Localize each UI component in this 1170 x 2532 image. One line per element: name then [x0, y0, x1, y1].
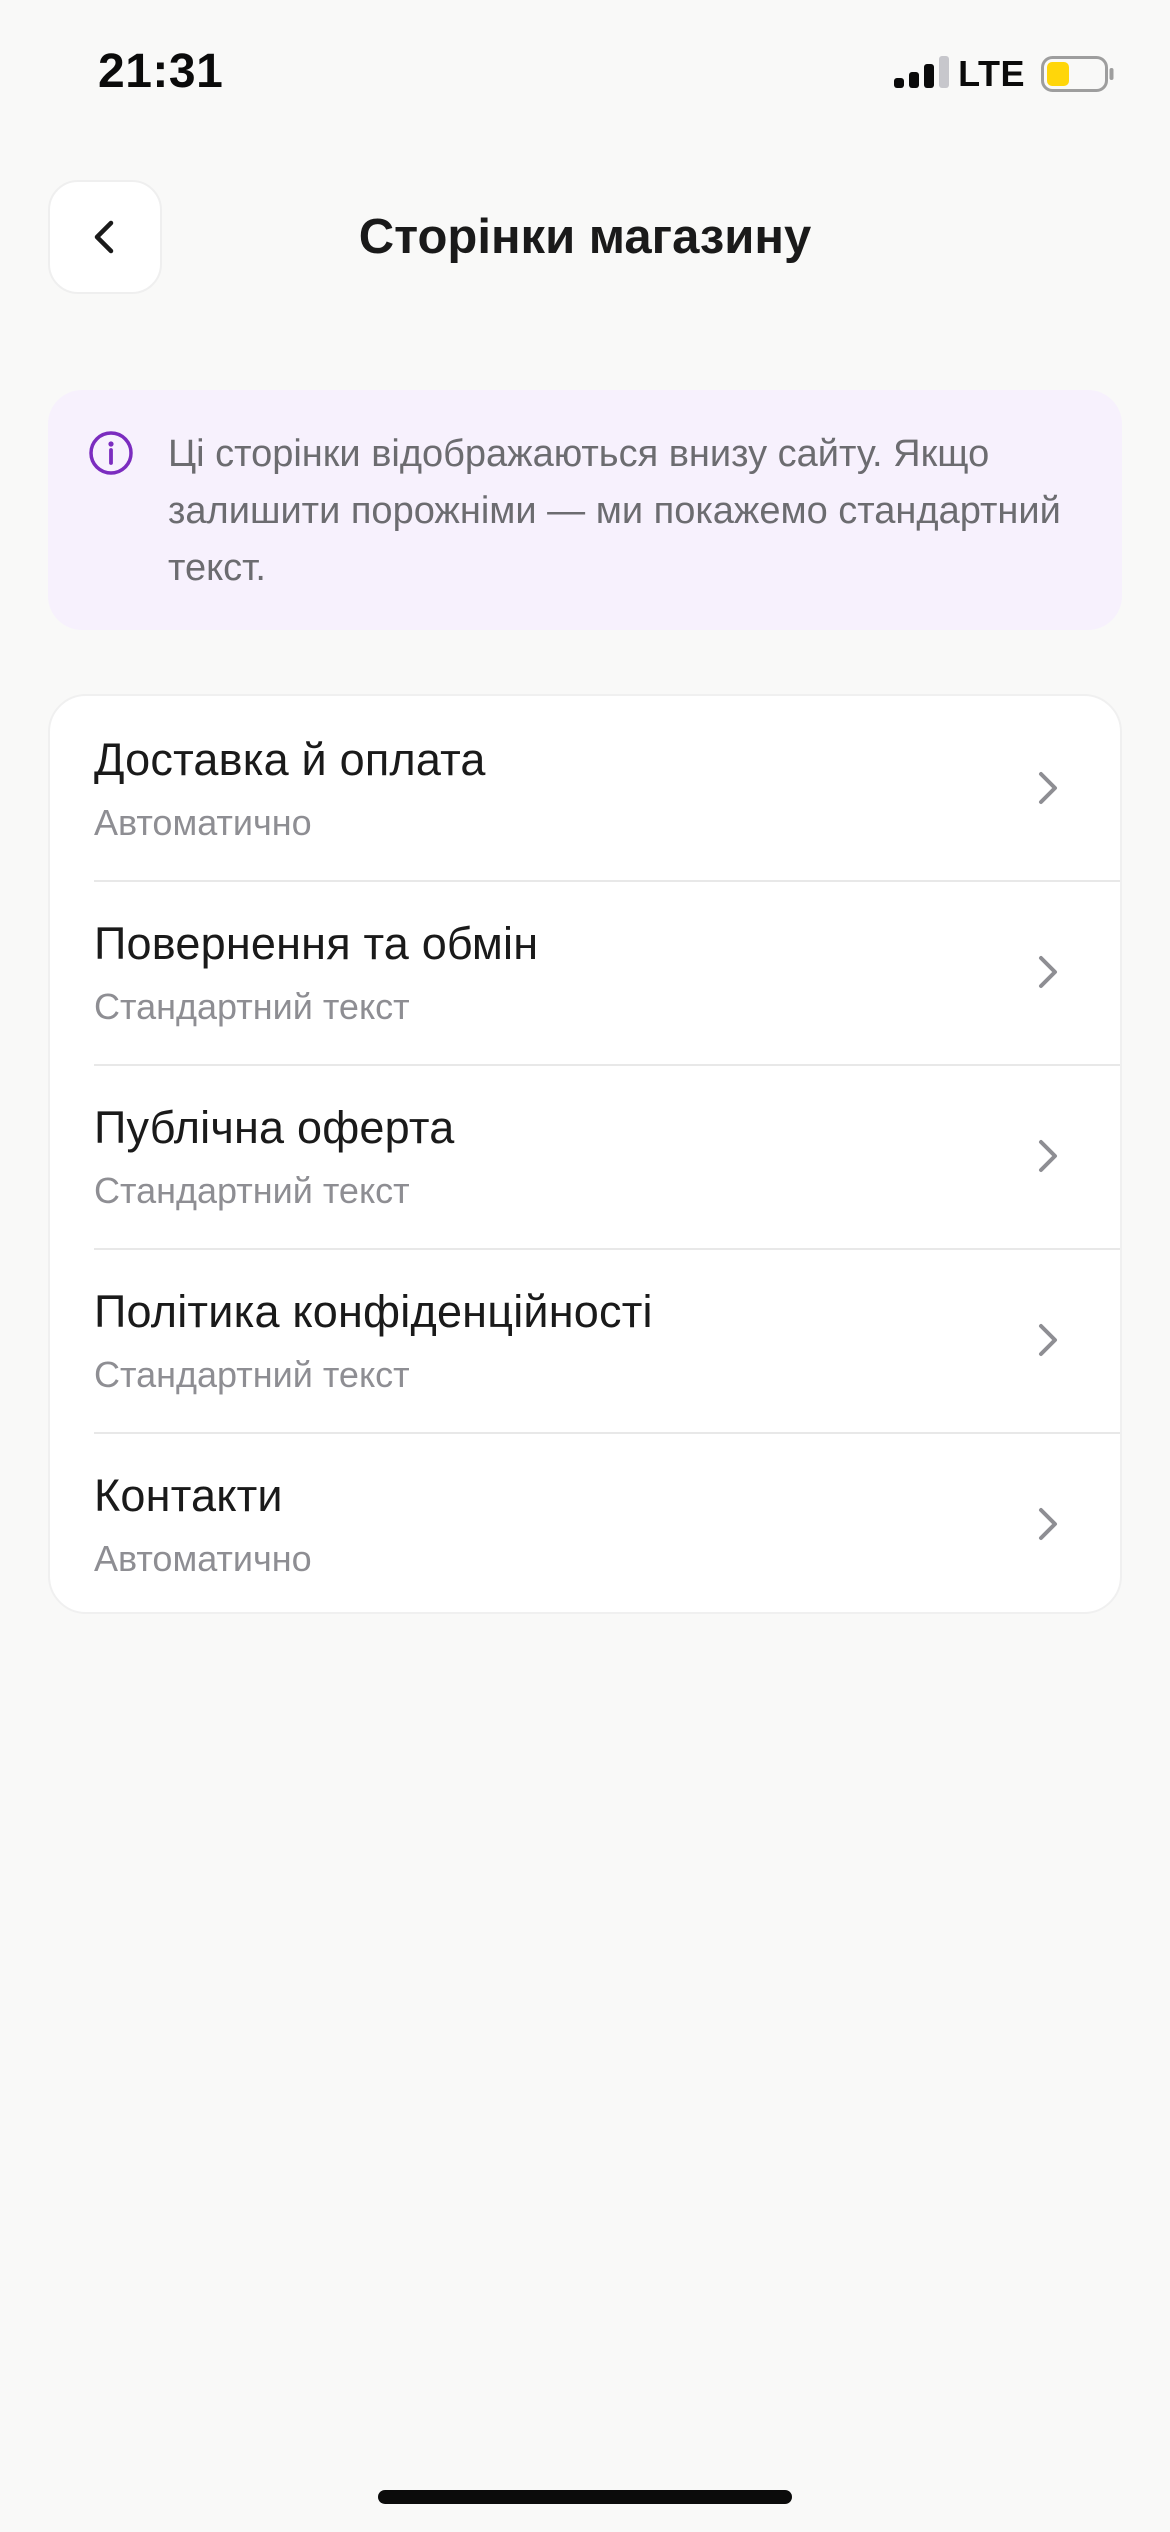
list-item-delivery-payment[interactable]: Доставка й оплата Автоматично [50, 696, 1120, 880]
chevron-right-icon [1039, 1324, 1057, 1356]
page-title: Сторінки магазину [358, 210, 812, 264]
battery-icon [1041, 56, 1114, 92]
list-item-title: Повернення та обмін [94, 918, 539, 969]
chevron-right-icon [1039, 956, 1057, 988]
info-icon [88, 430, 134, 476]
network-label: LTE [958, 53, 1025, 94]
list-item-subtitle: Автоматично [94, 802, 312, 843]
chevron-right-icon [1039, 772, 1057, 804]
signal-icon [894, 56, 950, 88]
info-banner: Ці сторінки відображаються внизу сайту. … [48, 390, 1122, 630]
header: Сторінки магазину [0, 180, 1170, 294]
back-button[interactable] [48, 180, 162, 294]
list-item-privacy-policy[interactable]: Політика конфіденційності Стандартний те… [50, 1248, 1120, 1432]
list-item-subtitle: Стандартний текст [94, 986, 410, 1027]
list-item-title: Публічна оферта [94, 1102, 455, 1153]
home-indicator[interactable] [378, 2490, 792, 2504]
store-pages-list: Доставка й оплата Автоматично Повернення… [48, 694, 1122, 1614]
list-item-subtitle: Автоматично [94, 1538, 312, 1579]
chevron-right-icon [1039, 1140, 1057, 1172]
list-item-title: Доставка й оплата [94, 734, 486, 785]
chevron-left-icon [94, 220, 114, 254]
list-item-title: Контакти [94, 1470, 283, 1521]
list-item-public-offer[interactable]: Публічна оферта Стандартний текст [50, 1064, 1120, 1248]
status-time: 21:31 [98, 45, 224, 98]
list-item-subtitle: Стандартний текст [94, 1170, 410, 1211]
status-bar: 21:31 LTE [0, 0, 1170, 150]
chevron-right-icon [1039, 1508, 1057, 1540]
list-item-subtitle: Стандартний текст [94, 1354, 410, 1395]
info-text: Ці сторінки відображаються внизу сайту. … [168, 433, 1061, 589]
list-item-contacts[interactable]: Контакти Автоматично [50, 1432, 1120, 1612]
list-item-returns-exchange[interactable]: Повернення та обмін Стандартний текст [50, 880, 1120, 1064]
list-item-title: Політика конфіденційності [94, 1286, 653, 1337]
status-indicators: LTE [894, 52, 1115, 96]
